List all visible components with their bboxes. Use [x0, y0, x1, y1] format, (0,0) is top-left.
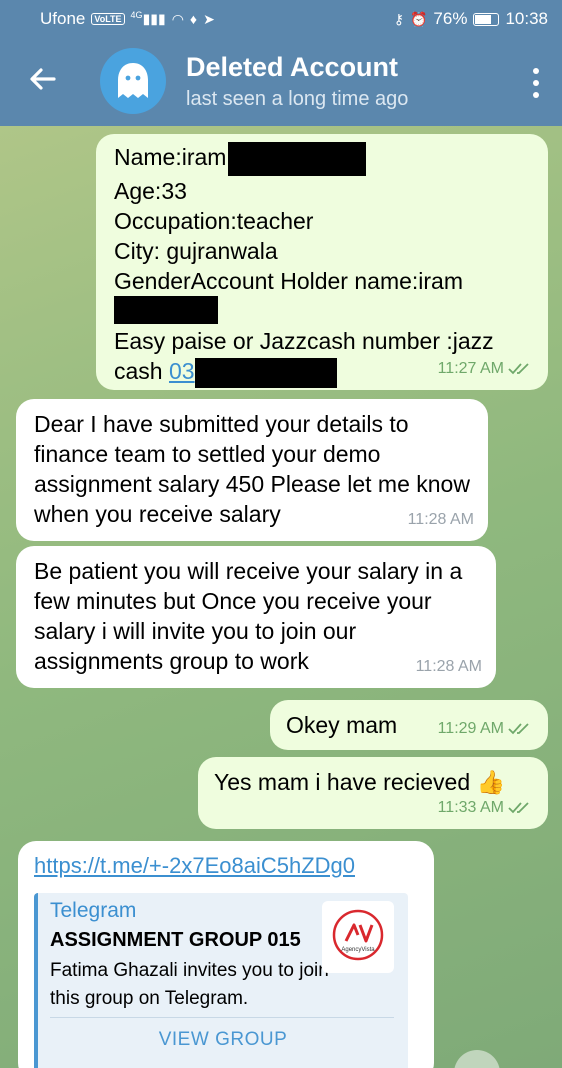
card-divider [50, 1017, 394, 1018]
redaction-block [114, 295, 218, 324]
preview-site-name: Telegram [50, 899, 137, 922]
invite-link[interactable]: https://t.me/+-2x7Eo8aiC5hZDg0 [34, 853, 355, 879]
message-bubble-outgoing[interactable]: Okey mam 11:29 AM [270, 700, 548, 750]
message-time: 11:27 AM [437, 360, 504, 377]
thumbs-up-icon: 👍 [476, 769, 506, 795]
message-meta: 11:27 AM [438, 354, 534, 384]
alarm-icon: ⏰ [409, 10, 428, 27]
chat-title[interactable]: Deleted Account [186, 52, 398, 83]
battery-percent: 76% [433, 9, 468, 28]
battery-fill [475, 14, 492, 24]
message-text: Okey mam [286, 712, 398, 738]
message-meta: 11:33 AM [438, 793, 534, 823]
double-check-icon [508, 802, 529, 814]
message-bubble-incoming[interactable]: Be patient you will receive your salary … [16, 546, 496, 688]
link-preview-card[interactable]: Telegram ASSIGNMENT GROUP 015 Fatima Gha… [34, 893, 408, 1068]
message-time: 11:28 AM [415, 658, 482, 675]
message-text: Name:iram Age:33 Occupation:teacher City… [114, 142, 530, 388]
message-meta: 11:29 AM [438, 714, 534, 744]
preview-title: ASSIGNMENT GROUP 015 [50, 929, 301, 951]
message-bubble-outgoing[interactable]: Name:iram Age:33 Occupation:teacher City… [96, 134, 548, 390]
volte-badge: VoLTE [91, 13, 125, 25]
svg-text:AgencyVista: AgencyVista [341, 947, 375, 953]
chat-header: Deleted Account last seen a long time ag… [0, 38, 562, 126]
preview-description: Fatima Ghazali invites you to join this … [50, 960, 329, 1009]
phone-link[interactable]: 03 [169, 358, 195, 384]
view-group-button[interactable]: VIEW GROUP [38, 1029, 408, 1051]
ghost-icon [118, 63, 148, 98]
link-preview-message[interactable]: https://t.me/+-2x7Eo8aiC5hZDg0 Telegram … [18, 841, 434, 1068]
message-time: 11:29 AM [437, 720, 504, 737]
agency-logo-icon: AgencyVista [332, 909, 384, 961]
network-label: 4G▮▮▮ [130, 10, 166, 27]
message-text: Be patient you will receive your salary … [34, 558, 463, 674]
clock: 10:38 [505, 9, 548, 28]
redaction-block [228, 142, 367, 176]
last-seen-status: last seen a long time ago [186, 88, 409, 110]
telegram-notification-icon: ➤ [203, 10, 215, 27]
redaction-block [194, 357, 337, 388]
message-time: 11:28 AM [407, 511, 474, 528]
carrier-label: Ufone [40, 9, 86, 28]
double-check-icon [508, 723, 529, 735]
scroll-down-button[interactable] [454, 1050, 500, 1068]
message-text: Dear I have submitted your details to fi… [34, 411, 470, 527]
double-check-icon [508, 363, 529, 375]
back-arrow-icon[interactable] [26, 62, 60, 96]
message-bubble-outgoing[interactable]: Yes mam i have recieved 👍 11:33 AM [198, 757, 548, 829]
more-menu-icon[interactable] [532, 68, 540, 98]
battery-icon [473, 12, 500, 26]
wifi-icon: ◠ [171, 10, 184, 27]
message-time: 11:33 AM [437, 799, 504, 816]
ghost-avatar[interactable] [100, 48, 166, 114]
status-bar: Ufone VoLTE 4G▮▮▮ ◠ ♦ ➤ ⚷ ⏰ 76% 10:38 [0, 0, 562, 38]
notification-bell-icon: ♦ [189, 11, 198, 27]
message-bubble-incoming[interactable]: Dear I have submitted your details to fi… [16, 399, 488, 541]
group-thumbnail: AgencyVista [322, 901, 394, 973]
key-icon: ⚷ [393, 10, 404, 27]
